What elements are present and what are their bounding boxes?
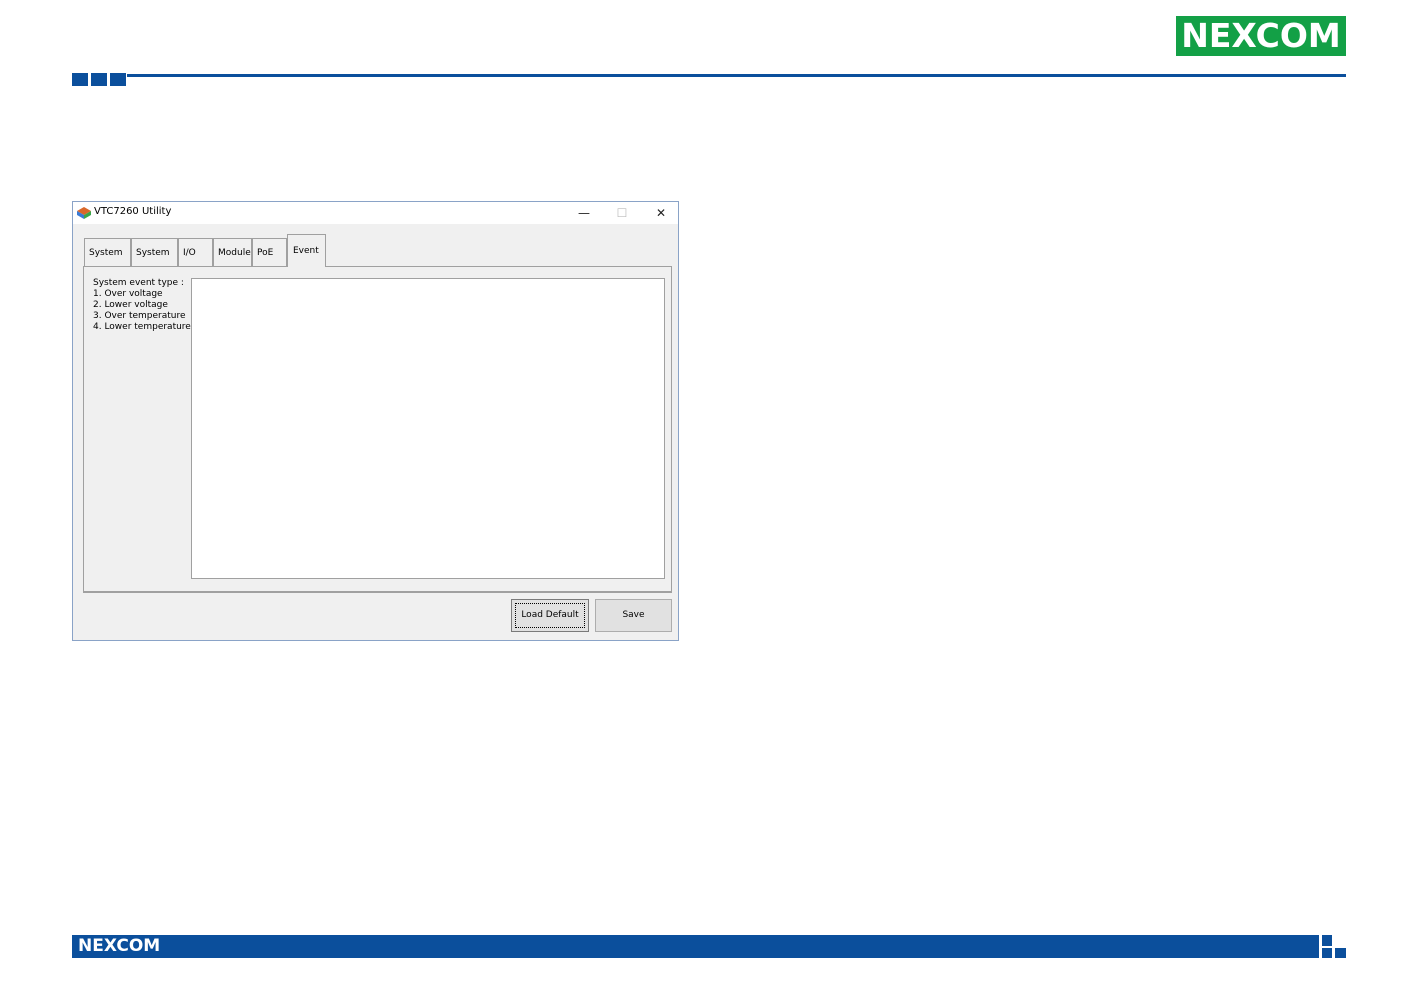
nexcom-logo-bottom: NEXCOM bbox=[78, 936, 161, 956]
header-rule bbox=[127, 74, 1346, 77]
save-button[interactable]: Save bbox=[595, 599, 672, 632]
tab-io[interactable]: I/O bbox=[178, 238, 213, 266]
event-type-item: 3. Over temperature bbox=[93, 311, 186, 321]
event-log-textbox[interactable] bbox=[191, 278, 665, 579]
minimize-button[interactable]: — bbox=[565, 202, 603, 224]
header-squares bbox=[72, 73, 126, 86]
tab-system-1[interactable]: System 1 bbox=[84, 238, 131, 286]
tab-poe[interactable]: PoE bbox=[252, 238, 287, 266]
load-default-button[interactable]: Load Default bbox=[511, 599, 589, 632]
focus-rectangle bbox=[515, 603, 585, 628]
event-tab-panel: System event type :1. Over voltage 2. Low… bbox=[83, 266, 672, 592]
app-icon bbox=[77, 207, 91, 219]
footer-square bbox=[1322, 948, 1332, 958]
window-title: VTC7260 Utility bbox=[94, 206, 172, 217]
event-type-heading: System event type : bbox=[93, 278, 184, 288]
title-bar[interactable]: VTC7260 Utility — ☐ ✕ bbox=[73, 202, 678, 224]
maximize-button[interactable]: ☐ bbox=[603, 202, 641, 224]
save-label: Save bbox=[622, 610, 645, 620]
event-type-item: 1. Over voltage bbox=[93, 289, 163, 299]
footer-square bbox=[1322, 935, 1332, 946]
nexcom-logo-top: NEXCOM bbox=[1176, 16, 1346, 56]
event-type-item: 2. Lower voltage bbox=[93, 300, 168, 310]
event-type-item: 4. Lower temperature bbox=[93, 322, 191, 332]
event-type-legend: System event type :1. Over voltage 2. Low… bbox=[93, 278, 191, 333]
tab-event[interactable]: Event bbox=[287, 234, 326, 267]
tab-module[interactable]: Module bbox=[213, 238, 252, 266]
button-separator bbox=[83, 592, 672, 593]
footer-bar bbox=[72, 935, 1319, 958]
utility-window: VTC7260 Utility — ☐ ✕ System 1 System 2 … bbox=[72, 201, 679, 641]
close-button[interactable]: ✕ bbox=[642, 202, 680, 224]
footer-square bbox=[1335, 948, 1346, 958]
tab-system-2[interactable]: System 2 bbox=[131, 238, 178, 286]
